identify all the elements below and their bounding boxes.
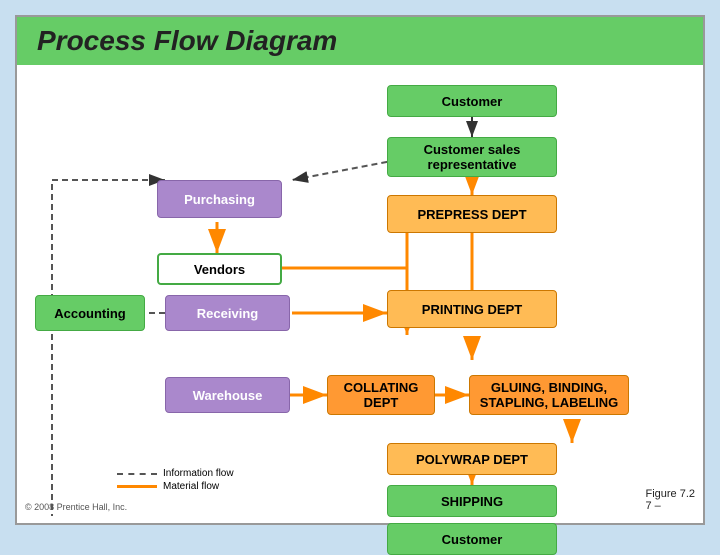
main-container: Process Flow Diagram	[15, 15, 705, 525]
gluing-box: GLUING, BINDING, STAPLING, LABELING	[469, 375, 629, 415]
solid-line-icon	[117, 485, 157, 488]
dashed-line-icon	[117, 473, 157, 475]
legend: Information flow Material flow	[117, 468, 234, 494]
shipping-box: SHIPPING	[387, 485, 557, 517]
customer-top-box: Customer	[387, 85, 557, 117]
customer-bottom-box: Customer	[387, 523, 557, 555]
figure-label: Figure 7.2 7 –	[645, 488, 695, 512]
purchasing-box: Purchasing	[157, 180, 282, 218]
collating-box: COLLATING DEPT	[327, 375, 435, 415]
diagram-area: Customer Customer sales representative P…	[17, 65, 703, 516]
page-title: Process Flow Diagram	[37, 25, 337, 56]
vendors-box: Vendors	[157, 253, 282, 285]
polywrap-box: POLYWRAP DEPT	[387, 443, 557, 475]
footer-text: © 2008 Prentice Hall, Inc.	[25, 502, 127, 512]
legend-info: Information flow	[117, 468, 234, 479]
prepress-box: PREPRESS DEPT	[387, 195, 557, 233]
warehouse-box: Warehouse	[165, 377, 290, 413]
customer-sales-box: Customer sales representative	[387, 137, 557, 177]
printing-box: PRINTING DEPT	[387, 290, 557, 328]
title-bar: Process Flow Diagram	[17, 17, 703, 65]
accounting-box: Accounting	[35, 295, 145, 331]
legend-material: Material flow	[117, 481, 234, 492]
receiving-box: Receiving	[165, 295, 290, 331]
arrows-svg	[17, 65, 703, 516]
